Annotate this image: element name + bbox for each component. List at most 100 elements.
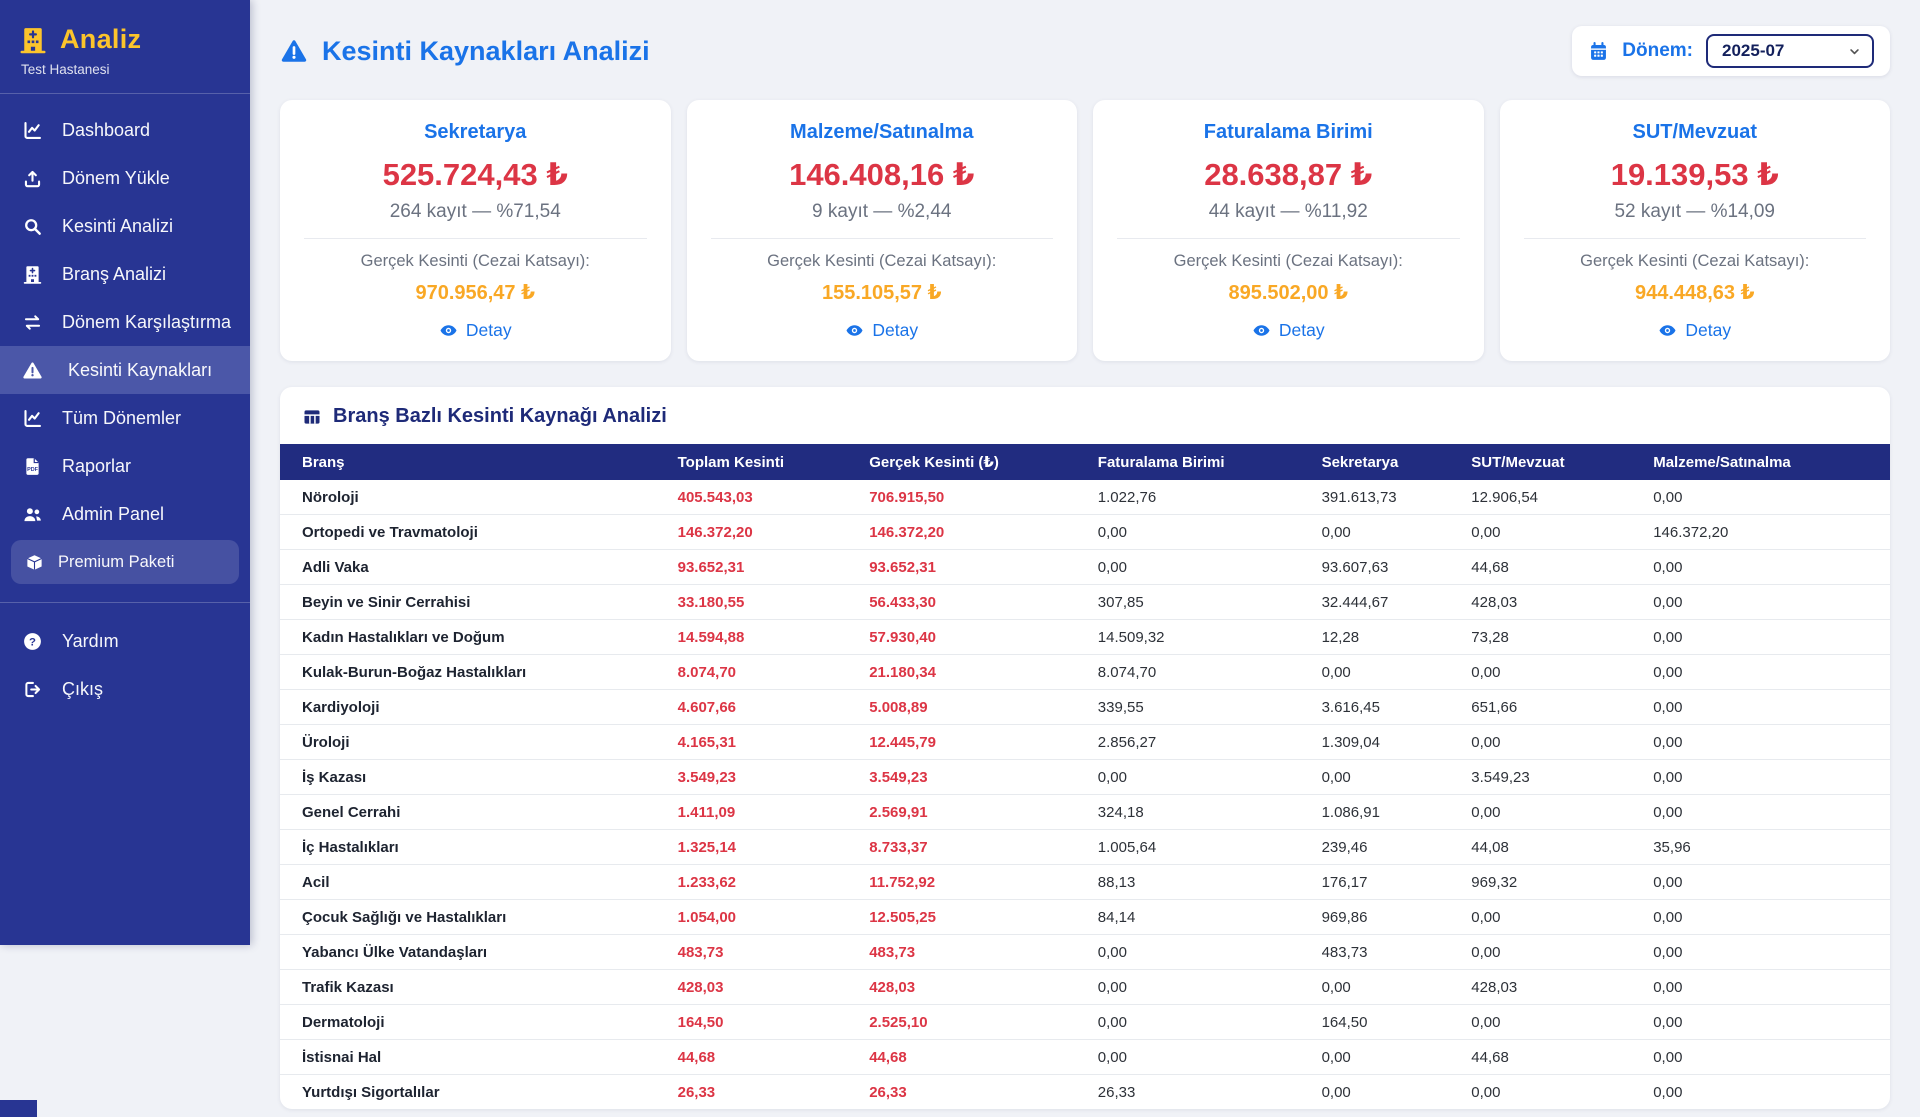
value-cell: 1.005,64 [1090, 830, 1314, 865]
card-record-percent: 52 kayıt — %14,09 [1524, 201, 1867, 223]
chart-line-icon [21, 408, 43, 429]
branch-cell: Nöroloji [280, 480, 670, 515]
value-cell: 483,73 [1314, 935, 1464, 970]
card-divider [304, 238, 647, 239]
value-cell: 391.613,73 [1314, 480, 1464, 515]
value-cell: 969,86 [1314, 900, 1464, 935]
detail-link[interactable]: Detay [439, 320, 512, 341]
brand-subtitle: Test Hastanesi [18, 62, 230, 77]
value-cell: 0,00 [1463, 795, 1645, 830]
value-cell: 3.616,45 [1314, 690, 1464, 725]
value-cell: 5.008,89 [861, 690, 1090, 725]
table-row: Üroloji4.165,3112.445,792.856,271.309,04… [280, 725, 1890, 760]
sidebar-footer-nav: ? Yardım Çıkış [0, 603, 250, 713]
detail-link[interactable]: Detay [1252, 320, 1325, 341]
value-cell: 146.372,20 [861, 515, 1090, 550]
value-cell: 483,73 [861, 935, 1090, 970]
sidebar-item-donem-yukle[interactable]: Dönem Yükle [0, 154, 250, 202]
branch-cell: Çocuk Sağlığı ve Hastalıkları [280, 900, 670, 935]
value-cell: 0,00 [1463, 935, 1645, 970]
value-cell: 12,28 [1314, 620, 1464, 655]
value-cell: 8.074,70 [1090, 655, 1314, 690]
eye-icon [845, 321, 864, 340]
value-cell: 3.549,23 [861, 760, 1090, 795]
value-cell: 0,00 [1314, 970, 1464, 1005]
sidebar-item-kesinti-kaynaklari[interactable]: Kesinti Kaynakları [0, 346, 250, 394]
table-row: Adli Vaka93.652,3193.652,310,0093.607,63… [280, 550, 1890, 585]
chart-line-icon [21, 120, 43, 141]
box-icon [25, 553, 44, 572]
card-value: 28.638,87 ₺ [1117, 157, 1460, 193]
card-real-deduction-label: Gerçek Kesinti (Cezai Katsayı): [1117, 252, 1460, 271]
page-header: Kesinti Kaynakları Analizi Dönem: 2025-0… [280, 26, 1890, 76]
eye-icon [1658, 321, 1677, 340]
summary-card: Malzeme/Satınalma 146.408,16 ₺ 9 kayıt —… [687, 100, 1078, 361]
branch-analysis-table: BranşToplam KesintiGerçek Kesinti (₺)Fat… [280, 444, 1890, 1109]
brand-title: Analiz [60, 24, 141, 55]
value-cell: 339,55 [1090, 690, 1314, 725]
value-cell: 1.086,91 [1314, 795, 1464, 830]
detail-link[interactable]: Detay [845, 320, 918, 341]
card-record-percent: 44 kayıt — %11,92 [1117, 201, 1460, 223]
value-cell: 651,66 [1463, 690, 1645, 725]
value-cell: 93.652,31 [861, 550, 1090, 585]
value-cell: 1.411,09 [670, 795, 862, 830]
card-real-deduction-value: 944.448,63 ₺ [1524, 280, 1867, 305]
table-row: İş Kazası3.549,233.549,230,000,003.549,2… [280, 760, 1890, 795]
summary-card: SUT/Mevzuat 19.139,53 ₺ 52 kayıt — %14,0… [1500, 100, 1891, 361]
card-divider [711, 238, 1054, 239]
table-row: İç Hastalıkları1.325,148.733,371.005,642… [280, 830, 1890, 865]
question-circle-icon: ? [21, 631, 43, 652]
value-cell: 0,00 [1463, 515, 1645, 550]
main-content: Kesinti Kaynakları Analizi Dönem: 2025-0… [250, 0, 1920, 1117]
sidebar-item-cikis[interactable]: Çıkış [0, 665, 250, 713]
value-cell: 0,00 [1645, 865, 1890, 900]
card-divider [1117, 238, 1460, 239]
branch-cell: Yabancı Ülke Vatandaşları [280, 935, 670, 970]
table-column-header: Branş [280, 444, 670, 480]
calendar-icon [1588, 41, 1609, 62]
sidebar-bottom-fragment [0, 1100, 37, 1117]
users-gear-icon [21, 504, 43, 525]
sidebar-item-tum-donemler[interactable]: Tüm Dönemler [0, 394, 250, 442]
sidebar-item-brans-analizi[interactable]: Branş Analizi [0, 250, 250, 298]
value-cell: 3.549,23 [1463, 760, 1645, 795]
branch-cell: Acil [280, 865, 670, 900]
sidebar-item-yardim[interactable]: ? Yardım [0, 617, 250, 665]
warning-icon [21, 360, 43, 381]
sidebar-nav: Dashboard Dönem Yükle Kesinti Analizi Br… [0, 94, 250, 584]
sidebar-item-raporlar[interactable]: PDF Raporlar [0, 442, 250, 490]
value-cell: 14.509,32 [1090, 620, 1314, 655]
value-cell: 26,33 [670, 1075, 862, 1110]
value-cell: 0,00 [1645, 725, 1890, 760]
value-cell: 35,96 [1645, 830, 1890, 865]
branch-cell: İstisnai Hal [280, 1040, 670, 1075]
value-cell: 0,00 [1463, 1005, 1645, 1040]
sidebar-item-donem-karsilastirma[interactable]: Dönem Karşılaştırma [0, 298, 250, 346]
value-cell: 0,00 [1090, 935, 1314, 970]
eye-icon [439, 321, 458, 340]
period-select[interactable]: 2025-07 [1706, 34, 1874, 68]
sidebar-item-kesinti-analizi[interactable]: Kesinti Analizi [0, 202, 250, 250]
table-column-header: Gerçek Kesinti (₺) [861, 444, 1090, 480]
card-real-deduction-value: 895.502,00 ₺ [1117, 280, 1460, 305]
sidebar-item-admin-panel[interactable]: Admin Panel [0, 490, 250, 538]
summary-card: Faturalama Birimi 28.638,87 ₺ 44 kayıt —… [1093, 100, 1484, 361]
value-cell: 21.180,34 [861, 655, 1090, 690]
sidebar-item-label: Çıkış [62, 679, 103, 700]
branch-cell: Adli Vaka [280, 550, 670, 585]
chevron-down-icon [1847, 44, 1862, 59]
sidebar-item-premium-paketi[interactable]: Premium Paketi [11, 540, 239, 584]
detail-link[interactable]: Detay [1658, 320, 1731, 341]
value-cell: 8.074,70 [670, 655, 862, 690]
sidebar-item-label: Admin Panel [62, 504, 164, 525]
value-cell: 14.594,88 [670, 620, 862, 655]
card-real-deduction-value: 155.105,57 ₺ [711, 280, 1054, 305]
branch-cell: Üroloji [280, 725, 670, 760]
sidebar-item-dashboard[interactable]: Dashboard [0, 106, 250, 154]
value-cell: 0,00 [1645, 655, 1890, 690]
value-cell: 969,32 [1463, 865, 1645, 900]
sign-out-icon [21, 679, 43, 700]
value-cell: 4.607,66 [670, 690, 862, 725]
value-cell: 26,33 [1090, 1075, 1314, 1110]
